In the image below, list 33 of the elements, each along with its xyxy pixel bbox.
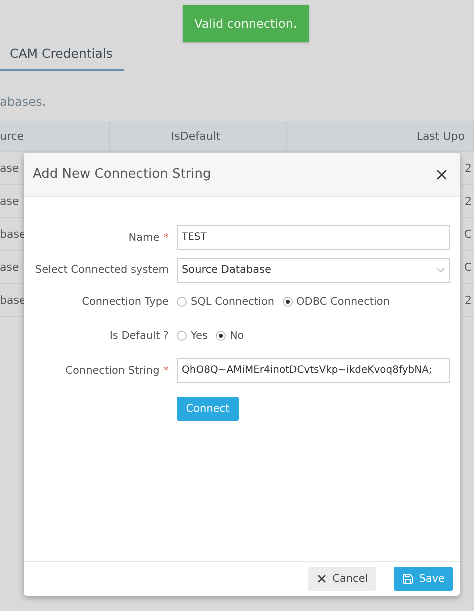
field-label: Connection String bbox=[66, 364, 160, 376]
radio-option[interactable]: Yes bbox=[177, 330, 208, 342]
table-cell: ase bbox=[0, 162, 20, 174]
table-cell: 2 bbox=[465, 162, 472, 174]
cancel-button[interactable]: Cancel bbox=[308, 567, 376, 591]
radio-option[interactable]: SQL Connection bbox=[177, 296, 275, 308]
table-cell: 2 bbox=[465, 194, 472, 208]
required-mark: * bbox=[164, 364, 169, 376]
radio-option[interactable]: ODBC Connection bbox=[282, 296, 390, 308]
column-header: IsDefault bbox=[171, 130, 221, 142]
column-header: Last Upo bbox=[416, 130, 465, 142]
column-header: urce bbox=[0, 130, 24, 142]
close-icon bbox=[316, 573, 328, 585]
chevron-icon bbox=[437, 268, 445, 272]
table-cell: C bbox=[464, 228, 472, 240]
field-label: Select Connected system bbox=[35, 264, 169, 276]
field-label: Is Default ? bbox=[110, 330, 169, 342]
description-text: abases. bbox=[0, 95, 46, 109]
select-field[interactable]: Source Database bbox=[177, 258, 450, 282]
table-cell: ase bbox=[0, 260, 20, 274]
toast-message: Valid connection. bbox=[183, 5, 309, 42]
input-field[interactable]: QhO8Q~AMiMEr4inotDCvtsVkp~ikdeKvoq8fybNA; bbox=[177, 358, 450, 383]
tab[interactable]: CAM Credentials bbox=[0, 44, 124, 71]
table-cell: 2 bbox=[465, 294, 472, 306]
field-label: Connection Type bbox=[82, 296, 169, 308]
input-field[interactable]: TEST bbox=[177, 225, 450, 250]
field-label: Name bbox=[128, 232, 160, 244]
table-cell: ase bbox=[0, 194, 20, 208]
radio-option[interactable]: No bbox=[216, 330, 244, 342]
save-icon bbox=[402, 573, 414, 585]
table-cell: C bbox=[464, 260, 472, 274]
dialog-title: Add New Connection String bbox=[33, 167, 212, 182]
required-mark: * bbox=[164, 232, 169, 244]
